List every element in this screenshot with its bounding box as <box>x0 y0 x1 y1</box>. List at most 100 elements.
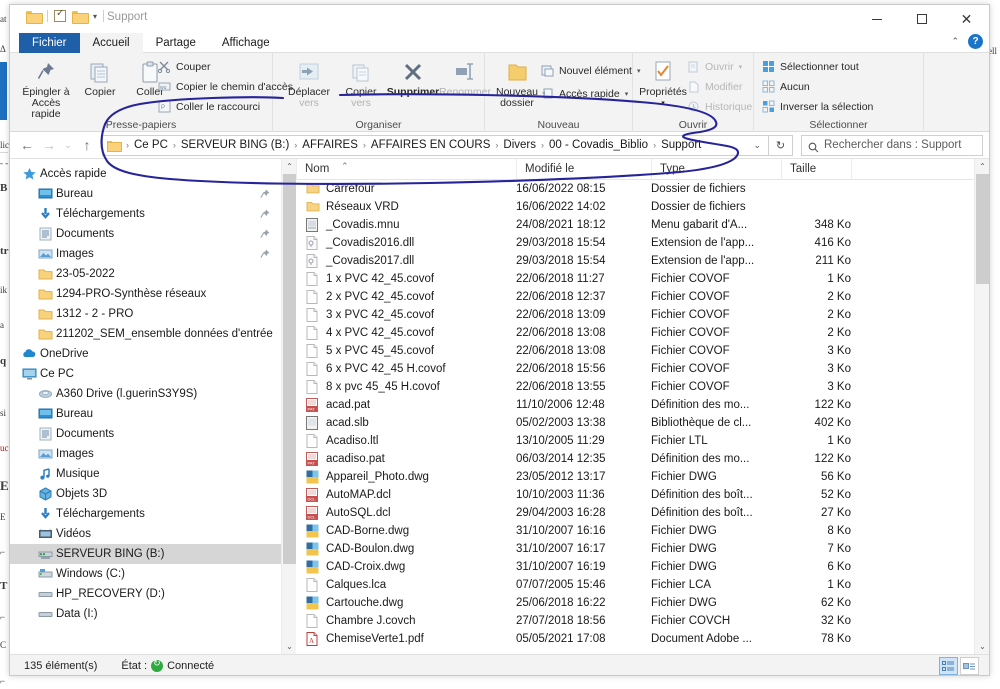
sidebar-item[interactable]: 1312 - 2 - PRO <box>10 304 296 324</box>
table-row[interactable]: A ChemiseVerte1.pdf 05/05/2021 17:08 Docume… <box>296 630 974 648</box>
chevron-down-icon[interactable]: ▾ <box>635 98 691 109</box>
sidebar-item[interactable]: A360 Drive (l.guerinS3Y9S) <box>10 384 296 404</box>
sidebar-item[interactable]: Vidéos <box>10 524 296 544</box>
column-header-name[interactable]: Nom ⌃ <box>296 159 516 180</box>
maximize-button[interactable] <box>899 5 944 33</box>
breadcrumb-item-affaires[interactable]: AFFAIRES <box>300 139 360 151</box>
table-row[interactable]: CAD-Borne.dwg 31/10/2007 16:16 Fichier DWG… <box>296 522 974 540</box>
scroll-thumb[interactable] <box>976 174 989 284</box>
table-row[interactable]: 6 x PVC 42_45 H.covof 22/06/2018 15:56 Fic… <box>296 360 974 378</box>
table-row[interactable]: PAT acadiso.pat 06/03/2014 12:35 Définition… <box>296 450 974 468</box>
file-list-scrollbar[interactable]: ⌃ ⌄ <box>974 159 989 654</box>
column-header-spacer[interactable] <box>851 159 951 180</box>
tab-fichier[interactable]: Fichier <box>19 33 80 53</box>
new-item-menu[interactable]: Nouvel élément ▾ <box>541 64 640 77</box>
select-none-menu-item[interactable]: Aucun <box>762 80 810 93</box>
sidebar-item[interactable]: Bureau <box>10 184 296 204</box>
table-row[interactable]: _Covadis.mnu 24/08/2021 18:12 Menu gabarit… <box>296 216 974 234</box>
content-view-button[interactable] <box>960 657 979 675</box>
table-row[interactable]: Réseaux VRD 16/06/2022 14:02 Dossier de fi… <box>296 198 974 216</box>
sidebar-item[interactable]: Data (I:) <box>10 604 296 624</box>
move-to-button[interactable]: Déplacer vers <box>281 57 337 109</box>
scroll-up-icon[interactable]: ⌃ <box>282 159 296 174</box>
table-row[interactable]: Appareil_Photo.dwg 23/05/2012 13:17 Fichie… <box>296 468 974 486</box>
paste-shortcut-menu-item[interactable]: P Coller le raccourci <box>158 100 260 113</box>
breadcrumb-item-divers[interactable]: Divers <box>501 139 538 151</box>
table-row[interactable]: Chambre J.covch 27/07/2018 18:56 Fichier C… <box>296 612 974 630</box>
table-row[interactable]: _Covadis2017.dll 29/03/2018 15:54 Extensio… <box>296 252 974 270</box>
table-row[interactable]: CAD-Croix.dwg 31/10/2007 16:19 Fichier DWG… <box>296 558 974 576</box>
table-row[interactable]: Acadiso.ltl 13/10/2005 11:29 Fichier LTL 1 … <box>296 432 974 450</box>
new-folder-button[interactable]: Nouveau dossier <box>489 57 545 109</box>
sidebar-item[interactable]: Bureau <box>10 404 296 424</box>
refresh-button[interactable]: ↻ <box>769 134 793 156</box>
scroll-down-icon[interactable]: ⌄ <box>282 639 296 654</box>
scroll-up-icon[interactable]: ⌃ <box>975 159 989 174</box>
breadcrumb[interactable]: › Ce PC › SERVEUR BING (B:) › AFFAIRES ›… <box>102 134 769 156</box>
table-row[interactable]: DCL AutoMAP.dcl 10/10/2003 11:36 Définition… <box>296 486 974 504</box>
table-row[interactable]: _Covadis2016.dll 29/03/2018 15:54 Extensio… <box>296 234 974 252</box>
breadcrumb-item-ce-pc[interactable]: Ce PC <box>132 139 170 151</box>
sidebar-item[interactable]: Téléchargements <box>10 504 296 524</box>
table-row[interactable]: acad.slb 05/02/2003 13:38 Bibliothèque de … <box>296 414 974 432</box>
table-row[interactable]: Cartouche.dwg 25/06/2018 16:22 Fichier DWG… <box>296 594 974 612</box>
sidebar-item[interactable]: Documents <box>10 224 296 244</box>
table-row[interactable]: DCL AutoSQL.dcl 29/04/2003 16:28 Définition… <box>296 504 974 522</box>
pin-icon[interactable] <box>260 249 270 260</box>
breadcrumb-item-affaires-en-cours[interactable]: AFFAIRES EN COURS <box>369 139 493 151</box>
sidebar-item[interactable]: 211202_SEM_ensemble données d'entrée <box>10 324 296 344</box>
back-button[interactable]: ← <box>16 134 38 156</box>
table-row[interactable]: CAD-Boulon.dwg 31/10/2007 16:17 Fichier DW… <box>296 540 974 558</box>
breadcrumb-item-support[interactable]: Support <box>659 139 703 151</box>
sidebar-item[interactable]: Téléchargements <box>10 204 296 224</box>
edit-menu-item[interactable]: Modifier <box>687 80 742 93</box>
table-row[interactable]: 2 x PVC 42_45.covof 22/06/2018 12:37 Fichi… <box>296 288 974 306</box>
forward-button[interactable]: → <box>38 134 60 156</box>
chevron-down-icon[interactable]: ▾ <box>739 63 743 71</box>
properties-button[interactable]: Propriétés ▾ <box>635 57 691 109</box>
breadcrumb-item-serveur-bing[interactable]: SERVEUR BING (B:) <box>179 139 291 151</box>
history-menu-item[interactable]: Historique <box>687 100 752 113</box>
pin-icon[interactable] <box>260 209 270 220</box>
open-menu-item[interactable]: Ouvrir ▾ <box>687 60 742 73</box>
table-row[interactable]: 3 x PVC 42_45.covof 22/06/2018 13:09 Fichi… <box>296 306 974 324</box>
table-row[interactable]: 8 x pvc 45_45 H.covof 22/06/2018 13:55 Fic… <box>296 378 974 396</box>
table-row[interactable]: 1 x PVC 42_45.covof 22/06/2018 11:27 Fichi… <box>296 270 974 288</box>
sidebar-item[interactable]: SERVEUR BING (B:) <box>10 544 296 564</box>
sidebar-item[interactable]: Windows (C:) <box>10 564 296 584</box>
tab-partage[interactable]: Partage <box>143 33 209 53</box>
table-row[interactable]: 5 x PVC 45_45.covof 22/06/2018 13:08 Fichi… <box>296 342 974 360</box>
close-button[interactable]: ✕ <box>944 5 989 33</box>
chevron-down-icon[interactable]: ⌄ <box>753 140 764 151</box>
sidebar-item[interactable]: Musique <box>10 464 296 484</box>
sidebar-item[interactable]: Documents <box>10 424 296 444</box>
table-row[interactable]: Carrefour 16/06/2022 08:15 Dossier de fich… <box>296 180 974 198</box>
sidebar-item[interactable]: Images <box>10 444 296 464</box>
breadcrumb-item-covadis-biblio[interactable]: 00 - Covadis_Biblio <box>547 139 650 151</box>
details-view-button[interactable] <box>939 657 958 675</box>
delete-button[interactable]: Supprimer <box>385 57 441 98</box>
copy-button[interactable]: Copier <box>72 57 128 98</box>
sidebar-item[interactable]: HP_RECOVERY (D:) <box>10 584 296 604</box>
copy-to-button[interactable]: Copier vers <box>333 57 389 109</box>
pin-to-quick-access-button[interactable]: Épingler à Accès rapide <box>18 57 74 120</box>
navigation-scrollbar[interactable]: ⌃ ⌄ <box>281 159 296 654</box>
sidebar-item[interactable]: 23-05-2022 <box>10 264 296 284</box>
table-row[interactable]: PAT acad.pat 11/10/2006 12:48 Définition de… <box>296 396 974 414</box>
pin-icon[interactable] <box>260 229 270 240</box>
table-row[interactable]: Calques.lca 07/07/2005 15:46 Fichier LCA 1 … <box>296 576 974 594</box>
column-header-date[interactable]: Modifié le <box>516 159 651 180</box>
sidebar-item[interactable]: 1294-PRO-Synthèse réseaux <box>10 284 296 304</box>
new-folder-icon[interactable] <box>72 10 89 24</box>
chevron-down-icon[interactable]: ▾ <box>625 90 629 98</box>
cut-menu-item[interactable]: Couper <box>157 60 210 74</box>
table-row[interactable]: 4 x PVC 42_45.covof 22/06/2018 13:08 Fichi… <box>296 324 974 342</box>
sidebar-item[interactable]: Objets 3D <box>10 484 296 504</box>
column-header-type[interactable]: Type <box>651 159 781 180</box>
sidebar-item[interactable]: Ce PC <box>10 364 296 384</box>
invert-selection-menu-item[interactable]: Inverser la sélection <box>762 100 873 113</box>
tab-accueil[interactable]: Accueil <box>79 33 143 53</box>
easy-access-menu[interactable]: Accès rapide ▾ <box>541 87 628 100</box>
sidebar-item[interactable]: Accès rapide <box>10 164 296 184</box>
up-button[interactable]: ↑ <box>76 134 98 156</box>
